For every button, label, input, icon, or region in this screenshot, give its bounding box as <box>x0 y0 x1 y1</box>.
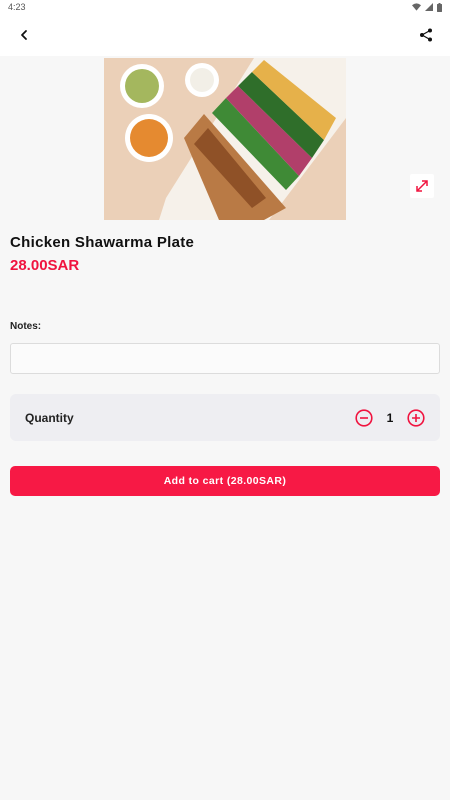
notes-label: Notes: <box>10 321 42 332</box>
product-image[interactable] <box>104 58 346 220</box>
product-title: Chicken Shawarma Plate <box>10 234 195 251</box>
quantity-label: Quantity <box>25 410 74 425</box>
minus-circle-icon <box>355 408 373 427</box>
expand-image-button[interactable] <box>410 174 434 198</box>
app-bar <box>0 14 450 56</box>
battery-icon <box>437 2 442 12</box>
quantity-value: 1 <box>386 410 394 425</box>
plus-circle-icon <box>407 408 425 427</box>
status-time: 4:23 <box>8 2 26 12</box>
wifi-icon <box>412 3 421 11</box>
increase-quantity-button[interactable] <box>407 408 425 427</box>
status-bar: 4:23 <box>0 0 450 14</box>
notes-input[interactable] <box>10 343 440 374</box>
back-button[interactable] <box>12 23 36 47</box>
quantity-card: Quantity 1 <box>10 394 440 441</box>
quantity-stepper: 1 <box>355 408 425 427</box>
share-button[interactable] <box>414 23 438 47</box>
status-icons <box>412 2 442 12</box>
decrease-quantity-button[interactable] <box>355 408 373 427</box>
add-to-cart-button[interactable]: Add to cart (28.00SAR) <box>10 466 440 496</box>
cell-signal-icon <box>425 3 433 11</box>
shawarma-plate-illustration <box>104 58 346 220</box>
product-price: 28.00SAR <box>10 257 80 274</box>
share-icon <box>420 28 432 42</box>
expand-icon <box>416 180 428 192</box>
chevron-left-icon <box>21 30 27 40</box>
